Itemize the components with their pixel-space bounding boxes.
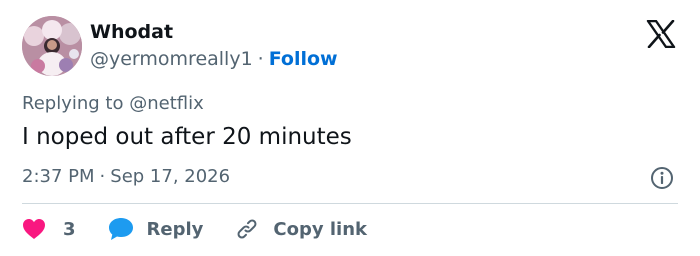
reply-context: Replying to @netflix — [22, 93, 204, 114]
link-icon — [237, 219, 257, 239]
copy-link-label: Copy link — [273, 218, 367, 240]
x-logo-icon[interactable] — [646, 20, 676, 48]
speech-bubble-icon — [108, 218, 133, 240]
separator-dot: · — [99, 166, 106, 187]
tweet-text: I noped out after 20 minutes — [22, 124, 352, 150]
user-handle[interactable]: @yermomreally1 — [90, 48, 253, 70]
copy-link-button[interactable]: Copy link — [235, 217, 367, 241]
separator-dot: · — [257, 48, 264, 70]
reply-label: Reply — [146, 218, 204, 240]
avatar-image — [22, 16, 82, 76]
divider — [22, 203, 678, 204]
tweet-date: Sep 17, 2026 — [110, 166, 231, 187]
action-bar: 3 Reply Copy link — [22, 214, 367, 244]
info-icon[interactable] — [650, 166, 674, 190]
tweet-time: 2:37 PM — [22, 166, 95, 187]
timestamp[interactable]: 2:37 PM · Sep 17, 2026 — [22, 166, 230, 187]
heart-icon — [23, 219, 45, 239]
display-name[interactable]: Whodat — [90, 21, 173, 43]
reply-button[interactable]: Reply — [108, 217, 204, 241]
reply-mention[interactable]: @netflix — [129, 93, 204, 114]
avatar[interactable] — [22, 16, 82, 76]
handle-line: @yermomreally1 · Follow — [90, 48, 338, 70]
reply-prefix: Replying to — [22, 93, 124, 114]
like-button[interactable]: 3 — [22, 218, 76, 240]
like-count: 3 — [63, 218, 76, 240]
follow-button[interactable]: Follow — [269, 48, 338, 70]
